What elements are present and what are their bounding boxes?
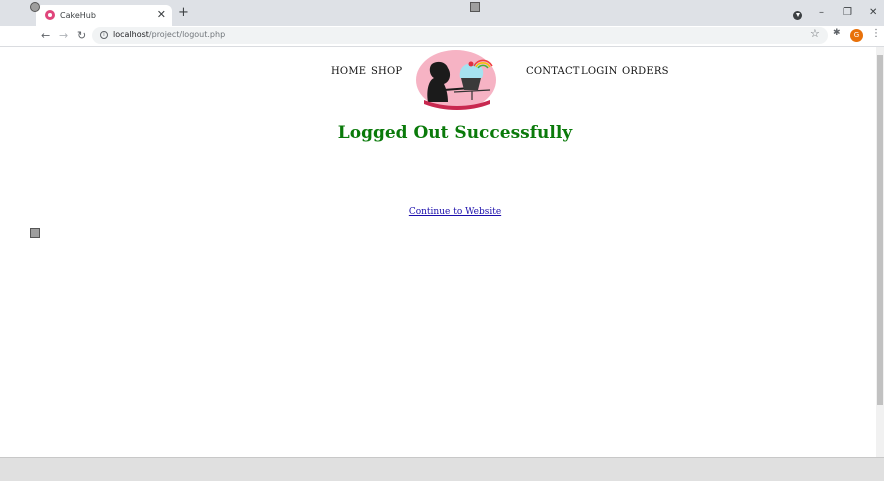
bookmark-star-icon[interactable]: ☆ bbox=[810, 27, 820, 40]
extensions-icon[interactable]: ✱ bbox=[833, 28, 841, 38]
menu-kebab-icon[interactable]: ⋮ bbox=[871, 28, 881, 39]
browser-toolbar: ← → ↻ i localhost/project/logout.php bbox=[0, 26, 884, 47]
cakehub-logo[interactable] bbox=[414, 50, 498, 112]
cake-favicon-icon bbox=[45, 10, 55, 20]
url-path: /project/logout.php bbox=[148, 30, 226, 39]
reload-button[interactable]: ↻ bbox=[77, 29, 86, 42]
url-host: localhost bbox=[113, 30, 149, 39]
forward-button[interactable]: → bbox=[59, 29, 68, 42]
tab-title: CakeHub bbox=[60, 11, 96, 20]
new-tab-button[interactable]: + bbox=[178, 6, 189, 20]
resize-handle-icon[interactable] bbox=[470, 2, 480, 12]
address-bar[interactable]: i localhost/project/logout.php bbox=[92, 27, 828, 44]
status-bar bbox=[0, 457, 884, 481]
nav-shop[interactable]: SHOP bbox=[371, 66, 402, 77]
nav-login[interactable]: LOGIN bbox=[581, 66, 618, 77]
resize-handle-icon[interactable] bbox=[30, 228, 40, 238]
back-button[interactable]: ← bbox=[41, 29, 50, 42]
nav-contact[interactable]: CONTACT bbox=[526, 66, 580, 77]
resize-handle-icon[interactable] bbox=[30, 2, 40, 12]
tab-strip: CakeHub ✕ + – ❐ ✕ bbox=[0, 0, 884, 26]
nav-home[interactable]: HOME bbox=[331, 66, 366, 77]
nav-orders[interactable]: ORDERS bbox=[622, 66, 669, 77]
restore-button[interactable]: ❐ bbox=[843, 7, 852, 18]
info-icon[interactable]: i bbox=[100, 31, 108, 39]
minimize-button[interactable]: – bbox=[819, 7, 824, 18]
media-control-icon[interactable] bbox=[793, 11, 802, 20]
tab-close-icon[interactable]: ✕ bbox=[157, 8, 166, 21]
page-title: Logged Out Successfully bbox=[337, 123, 573, 143]
page-scrollbar[interactable] bbox=[876, 47, 884, 457]
profile-avatar[interactable]: G bbox=[850, 29, 863, 42]
url-text[interactable]: localhost/project/logout.php bbox=[113, 30, 225, 39]
tab-cakehub[interactable]: CakeHub ✕ bbox=[36, 5, 172, 26]
close-window-button[interactable]: ✕ bbox=[869, 7, 877, 18]
continue-to-website-link[interactable]: Continue to Website bbox=[409, 207, 501, 217]
page-content: HOME SHOP CONTACT LOGIN ORDERS Logged Ou… bbox=[0, 47, 876, 457]
scrollbar-thumb[interactable] bbox=[877, 55, 883, 405]
